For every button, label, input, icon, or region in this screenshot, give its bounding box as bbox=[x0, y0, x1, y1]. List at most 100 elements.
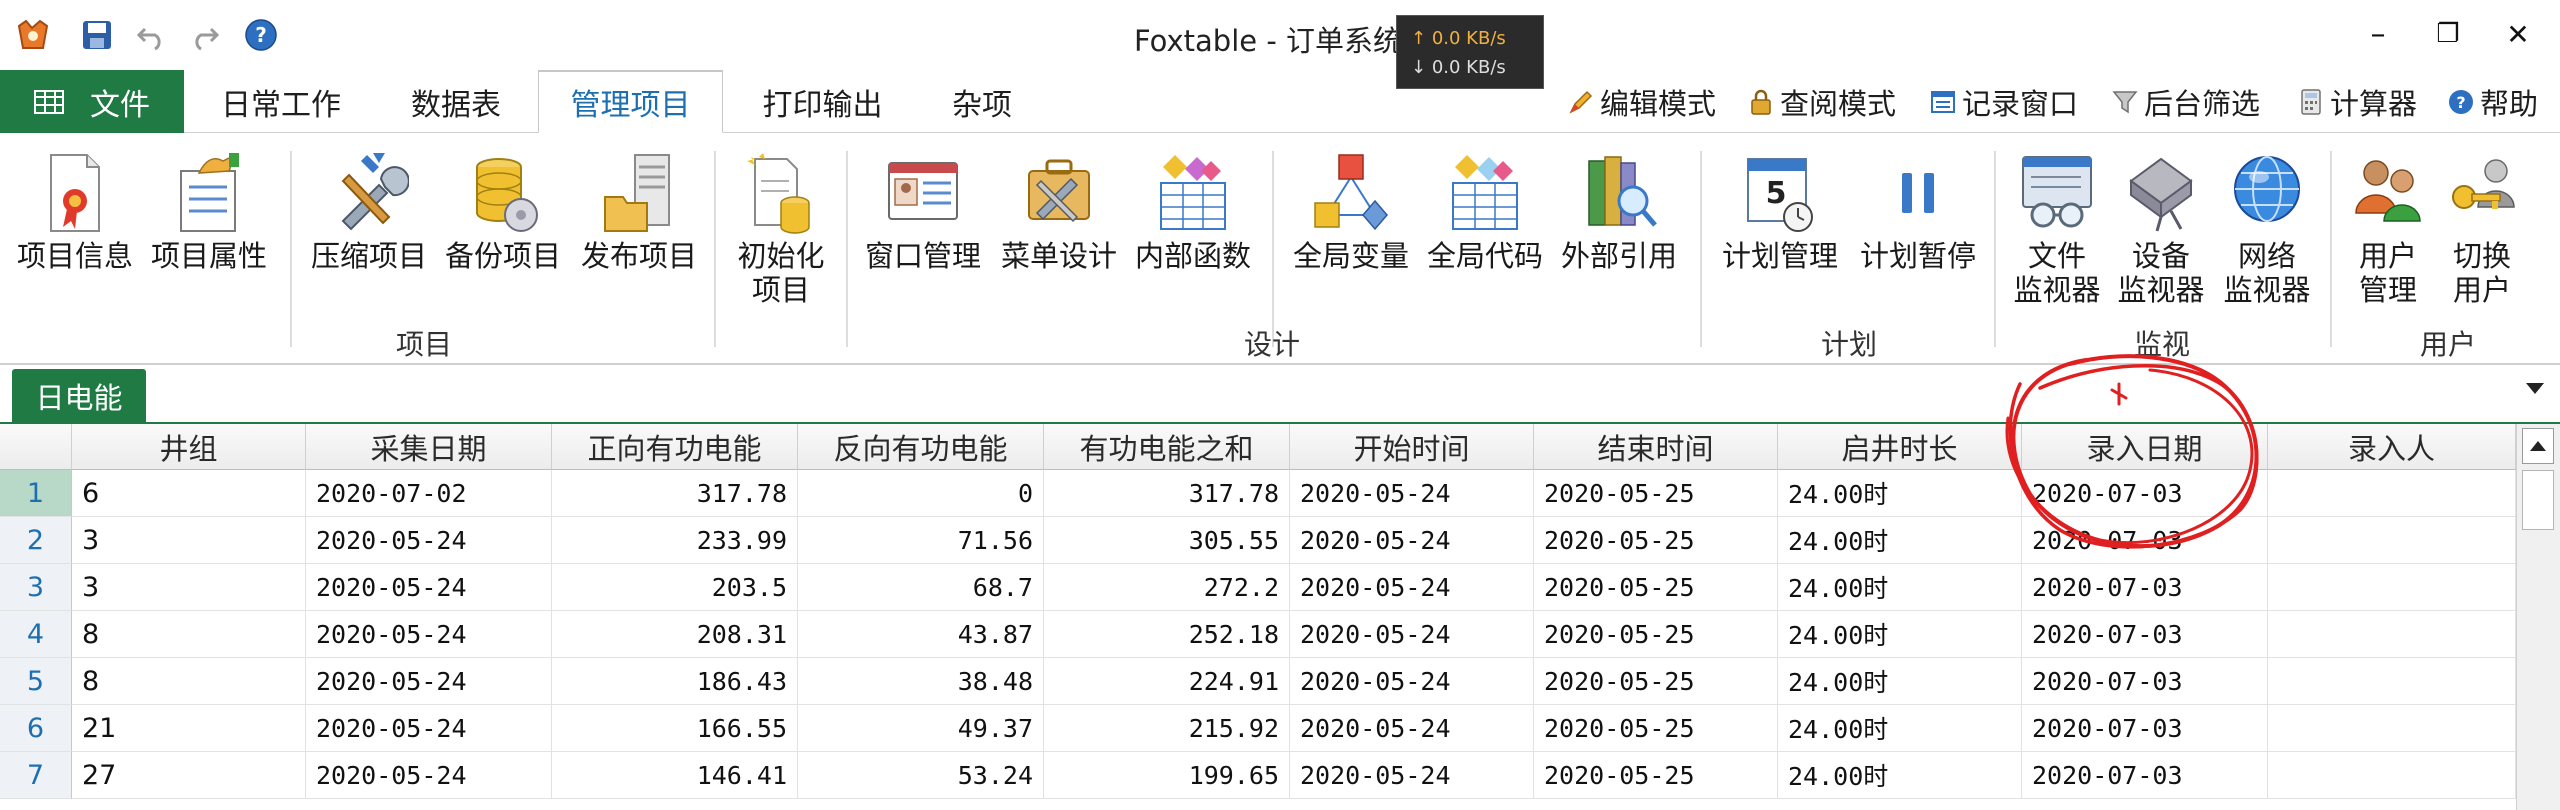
table-cell[interactable]: 53.24 bbox=[798, 752, 1044, 799]
init-project-button[interactable]: 初始化 项目 bbox=[716, 151, 846, 307]
table-cell[interactable]: 272.2 bbox=[1044, 564, 1290, 611]
table-cell[interactable]: 3 bbox=[72, 517, 306, 564]
table-cell[interactable]: 2020-05-25 bbox=[1534, 517, 1778, 564]
table-cell[interactable]: 224.91 bbox=[1044, 658, 1290, 705]
table-cell[interactable]: 166.55 bbox=[552, 705, 798, 752]
edit-mode-button[interactable]: 编辑模式 bbox=[1566, 70, 1716, 133]
user-management-button[interactable]: 用户 管理 bbox=[2338, 151, 2438, 307]
table-cell[interactable]: 2020-05-25 bbox=[1534, 705, 1778, 752]
table-cell[interactable]: 2020-05-25 bbox=[1534, 611, 1778, 658]
column-header[interactable]: 结束时间 bbox=[1534, 424, 1778, 470]
table-cell[interactable]: 199.65 bbox=[1044, 752, 1290, 799]
tab-print-output[interactable]: 打印输出 bbox=[740, 70, 905, 133]
menu-design-button[interactable]: 菜单设计 bbox=[994, 151, 1124, 301]
table-cell[interactable]: 2020-05-24 bbox=[1290, 658, 1534, 705]
plan-pause-button[interactable]: 计划暂停 bbox=[1850, 151, 1986, 301]
table-cell[interactable]: 203.5 bbox=[552, 564, 798, 611]
window-management-button[interactable]: 窗口管理 bbox=[858, 151, 988, 301]
minimize-button[interactable]: – bbox=[2356, 14, 2400, 54]
table-cell[interactable]: 71.56 bbox=[798, 517, 1044, 564]
table-cell[interactable]: 2020-07-03 bbox=[2022, 705, 2268, 752]
table-cell[interactable]: 2020-05-24 bbox=[306, 752, 552, 799]
vertical-scrollbar[interactable] bbox=[2516, 424, 2560, 810]
table-cell[interactable]: 24.00时 bbox=[1778, 564, 2022, 611]
row-number[interactable]: 5 bbox=[0, 658, 72, 705]
tab-manage-project[interactable]: 管理项目 bbox=[538, 70, 723, 133]
table-cell[interactable]: 2020-05-24 bbox=[306, 611, 552, 658]
table-cell[interactable]: 215.92 bbox=[1044, 705, 1290, 752]
table-cell[interactable]: 27 bbox=[72, 752, 306, 799]
table-cell[interactable]: 233.99 bbox=[552, 517, 798, 564]
table-cell[interactable]: 2020-05-25 bbox=[1534, 752, 1778, 799]
plan-management-button[interactable]: 5 计划管理 bbox=[1712, 151, 1848, 301]
calculator-button[interactable]: 计算器 bbox=[2296, 70, 2417, 133]
table-cell[interactable]: 24.00时 bbox=[1778, 611, 2022, 658]
switch-user-button[interactable]: 切换 用户 bbox=[2432, 151, 2532, 307]
tab-misc[interactable]: 杂项 bbox=[912, 70, 1052, 133]
row-number[interactable]: 3 bbox=[0, 564, 72, 611]
table-row[interactable]: 7 27 2020-05-24 146.41 53.24 199.65 2020-05-24… bbox=[0, 752, 2516, 799]
table-cell[interactable]: 2020-05-24 bbox=[306, 517, 552, 564]
scroll-thumb[interactable] bbox=[2522, 470, 2554, 530]
restore-button[interactable]: ❐ bbox=[2426, 14, 2470, 54]
table-cell[interactable]: 2020-05-24 bbox=[306, 658, 552, 705]
internal-functions-button[interactable]: 内部函数 bbox=[1128, 151, 1258, 301]
table-cell[interactable]: 2020-05-24 bbox=[1290, 752, 1534, 799]
help-icon[interactable]: ? bbox=[242, 16, 280, 54]
external-reference-button[interactable]: 外部引用 bbox=[1554, 151, 1684, 301]
tab-data-table[interactable]: 数据表 bbox=[376, 70, 536, 133]
view-mode-button[interactable]: 查阅模式 bbox=[1746, 70, 1896, 133]
table-cell[interactable]: 2020-07-02 bbox=[306, 470, 552, 517]
table-cell[interactable]: 43.87 bbox=[798, 611, 1044, 658]
close-button[interactable]: ✕ bbox=[2496, 14, 2540, 54]
help-button[interactable]: ? 帮助 bbox=[2446, 70, 2538, 133]
column-header[interactable]: 反向有功电能 bbox=[798, 424, 1044, 470]
table-cell[interactable]: 317.78 bbox=[1044, 470, 1290, 517]
backup-project-button[interactable]: 备份项目 bbox=[438, 151, 568, 301]
scroll-up-button[interactable] bbox=[2522, 428, 2554, 464]
table-cell[interactable]: 2020-05-24 bbox=[306, 564, 552, 611]
table-row[interactable]: 3 3 2020-05-24 203.5 68.7 272.2 2020-05-24 2020… bbox=[0, 564, 2516, 611]
table-cell[interactable] bbox=[2268, 658, 2516, 705]
table-cell[interactable]: 252.18 bbox=[1044, 611, 1290, 658]
row-number[interactable]: 6 bbox=[0, 705, 72, 752]
save-icon[interactable] bbox=[78, 16, 116, 54]
table-cell[interactable]: 24.00时 bbox=[1778, 470, 2022, 517]
table-cell[interactable]: 49.37 bbox=[798, 705, 1044, 752]
table-row[interactable]: 2 3 2020-05-24 233.99 71.56 305.55 2020-05-24 2… bbox=[0, 517, 2516, 564]
column-header[interactable]: 有功电能之和 bbox=[1044, 424, 1290, 470]
table-cell[interactable] bbox=[2268, 611, 2516, 658]
grid-corner-cell[interactable] bbox=[0, 424, 72, 470]
table-row[interactable]: 1 6 2020-07-02 317.78 0 317.78 2020-05-24 2020-… bbox=[0, 470, 2516, 517]
row-number[interactable]: 7 bbox=[0, 752, 72, 799]
table-cell[interactable]: 2020-05-24 bbox=[1290, 611, 1534, 658]
table-cell[interactable]: 2020-05-24 bbox=[1290, 705, 1534, 752]
table-cell[interactable]: 8 bbox=[72, 658, 306, 705]
column-header[interactable]: 正向有功电能 bbox=[552, 424, 798, 470]
row-number[interactable]: 1 bbox=[0, 470, 72, 517]
undo-icon[interactable] bbox=[132, 16, 170, 54]
column-header[interactable]: 井组 bbox=[72, 424, 306, 470]
table-cell[interactable]: 146.41 bbox=[552, 752, 798, 799]
table-cell[interactable]: 2020-07-03 bbox=[2022, 752, 2268, 799]
table-cell[interactable]: 2020-05-24 bbox=[1290, 564, 1534, 611]
tab-daily-work[interactable]: 日常工作 bbox=[196, 70, 366, 133]
publish-project-button[interactable]: 发布项目 bbox=[574, 151, 704, 301]
table-cell[interactable]: 24.00时 bbox=[1778, 752, 2022, 799]
table-cell[interactable]: 2020-05-24 bbox=[306, 705, 552, 752]
table-cell[interactable]: 2020-05-24 bbox=[1290, 517, 1534, 564]
column-header[interactable]: 录入日期 bbox=[2022, 424, 2268, 470]
row-number[interactable]: 2 bbox=[0, 517, 72, 564]
table-cell[interactable]: 8 bbox=[72, 611, 306, 658]
table-row[interactable]: 5 8 2020-05-24 186.43 38.48 224.91 2020-05-24 2… bbox=[0, 658, 2516, 705]
table-cell[interactable]: 305.55 bbox=[1044, 517, 1290, 564]
table-cell[interactable] bbox=[2268, 705, 2516, 752]
table-cell[interactable]: 21 bbox=[72, 705, 306, 752]
table-cell[interactable]: 38.48 bbox=[798, 658, 1044, 705]
global-code-button[interactable]: 全局代码 bbox=[1420, 151, 1550, 301]
column-header[interactable]: 启井时长 bbox=[1778, 424, 2022, 470]
table-cell[interactable]: 2020-05-25 bbox=[1534, 564, 1778, 611]
table-cell[interactable]: 24.00时 bbox=[1778, 517, 2022, 564]
redo-icon[interactable] bbox=[186, 16, 224, 54]
device-monitor-button[interactable]: 设备 监视器 bbox=[2106, 151, 2216, 307]
